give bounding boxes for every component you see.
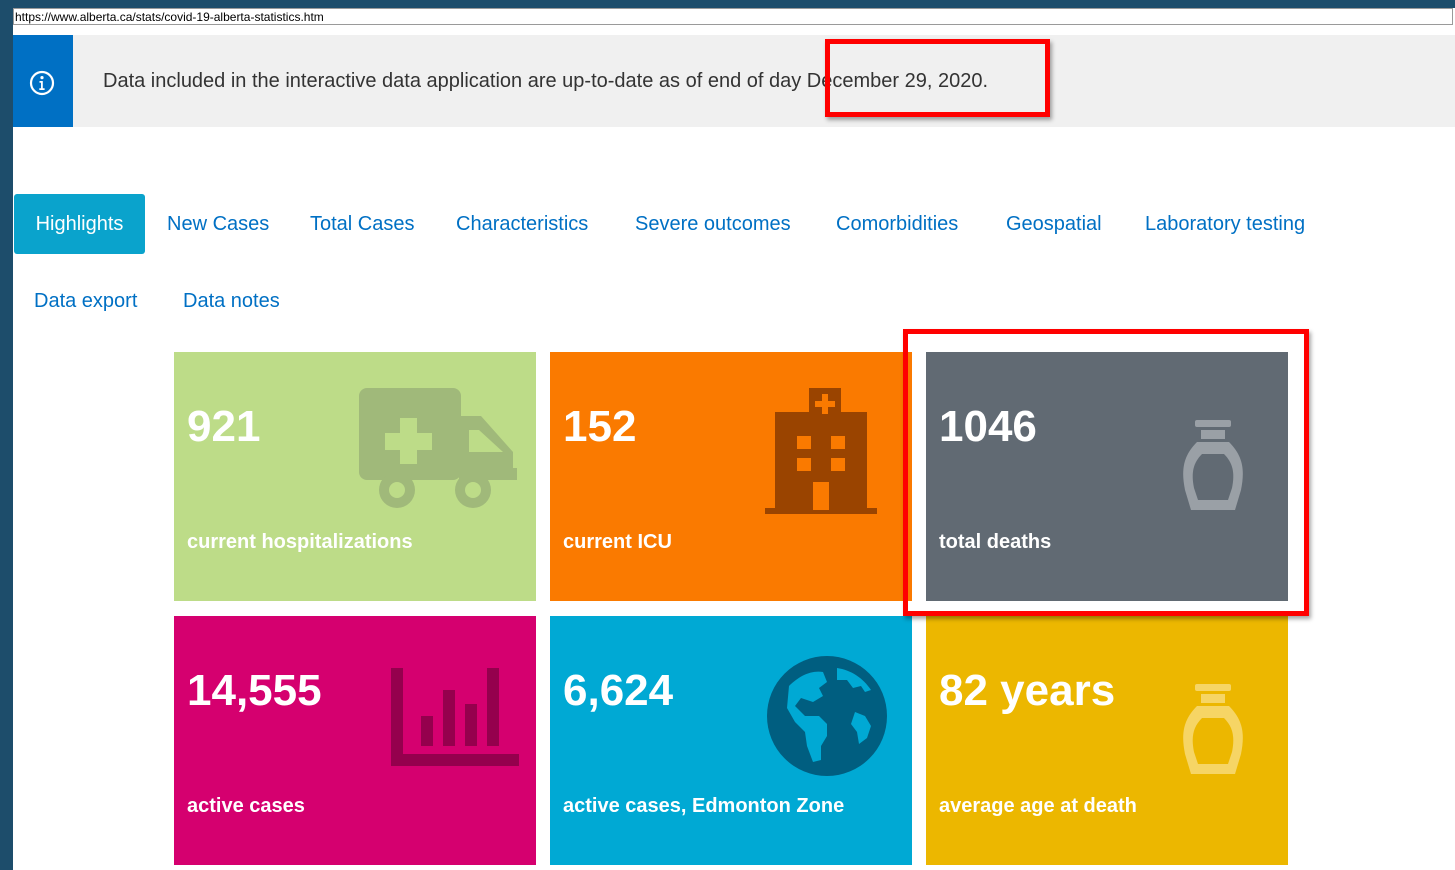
tab-data-notes[interactable]: Data notes xyxy=(183,290,280,313)
tile-label: current ICU xyxy=(563,531,672,553)
notice-icon-box xyxy=(13,35,73,127)
tab-geospatial[interactable]: Geospatial xyxy=(1006,213,1102,236)
tile-value: 14,555 xyxy=(187,666,322,715)
urn-icon xyxy=(1183,684,1243,774)
tile-active-cases-edmonton[interactable]: 6,624 active cases, Edmonton Zone xyxy=(550,616,912,865)
tab-new-cases[interactable]: New Cases xyxy=(167,213,269,236)
tile-current-icu[interactable]: 152 current ICU xyxy=(550,352,912,601)
tab-highlights[interactable]: Highlights xyxy=(14,194,145,254)
tile-value: 921 xyxy=(187,402,261,451)
tile-label: active cases, Edmonton Zone xyxy=(563,795,845,817)
info-icon xyxy=(29,70,55,96)
tile-label: active cases xyxy=(187,795,305,817)
tab-laboratory-testing[interactable]: Laboratory testing xyxy=(1145,213,1305,236)
globe-icon xyxy=(767,656,887,776)
bar-chart-icon xyxy=(391,668,519,766)
total-deaths-highlight-annotation xyxy=(903,329,1309,616)
address-bar[interactable]: https://www.alberta.ca/stats/covid-19-al… xyxy=(13,8,1453,25)
tile-label: current hospitalizations xyxy=(187,531,413,553)
tile-label: average age at death xyxy=(939,795,1137,817)
tile-value: 6,624 xyxy=(563,666,674,715)
tab-data-export[interactable]: Data export xyxy=(34,290,137,313)
date-highlight-annotation xyxy=(825,39,1050,117)
tile-current-hospitalizations[interactable]: 921 current hospitalizations xyxy=(174,352,536,601)
hospital-icon xyxy=(765,388,877,514)
tile-average-age-at-death[interactable]: 82 years average age at death xyxy=(926,616,1288,865)
tab-comorbidities[interactable]: Comorbidities xyxy=(836,213,958,236)
ambulance-icon xyxy=(359,388,517,508)
tile-active-cases[interactable]: 14,555 active cases xyxy=(174,616,536,865)
tile-value: 82 years xyxy=(939,666,1116,715)
tab-total-cases[interactable]: Total Cases xyxy=(310,213,415,236)
browser-window: https://www.alberta.ca/stats/covid-19-al… xyxy=(13,8,1455,870)
tile-value: 152 xyxy=(563,402,637,451)
tab-severe-outcomes[interactable]: Severe outcomes xyxy=(635,213,791,236)
data-notice-banner: Data included in the interactive data ap… xyxy=(13,35,1455,127)
tab-characteristics[interactable]: Characteristics xyxy=(456,213,588,236)
